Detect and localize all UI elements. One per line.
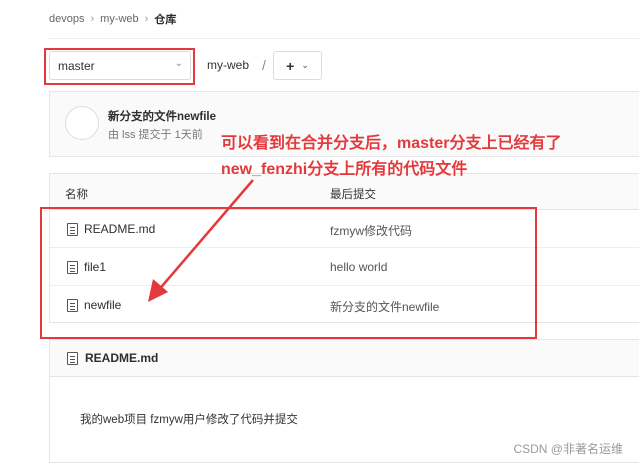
annotation-arrow-icon [148, 179, 254, 302]
watermark: CSDN @非著名运维 [513, 442, 623, 456]
